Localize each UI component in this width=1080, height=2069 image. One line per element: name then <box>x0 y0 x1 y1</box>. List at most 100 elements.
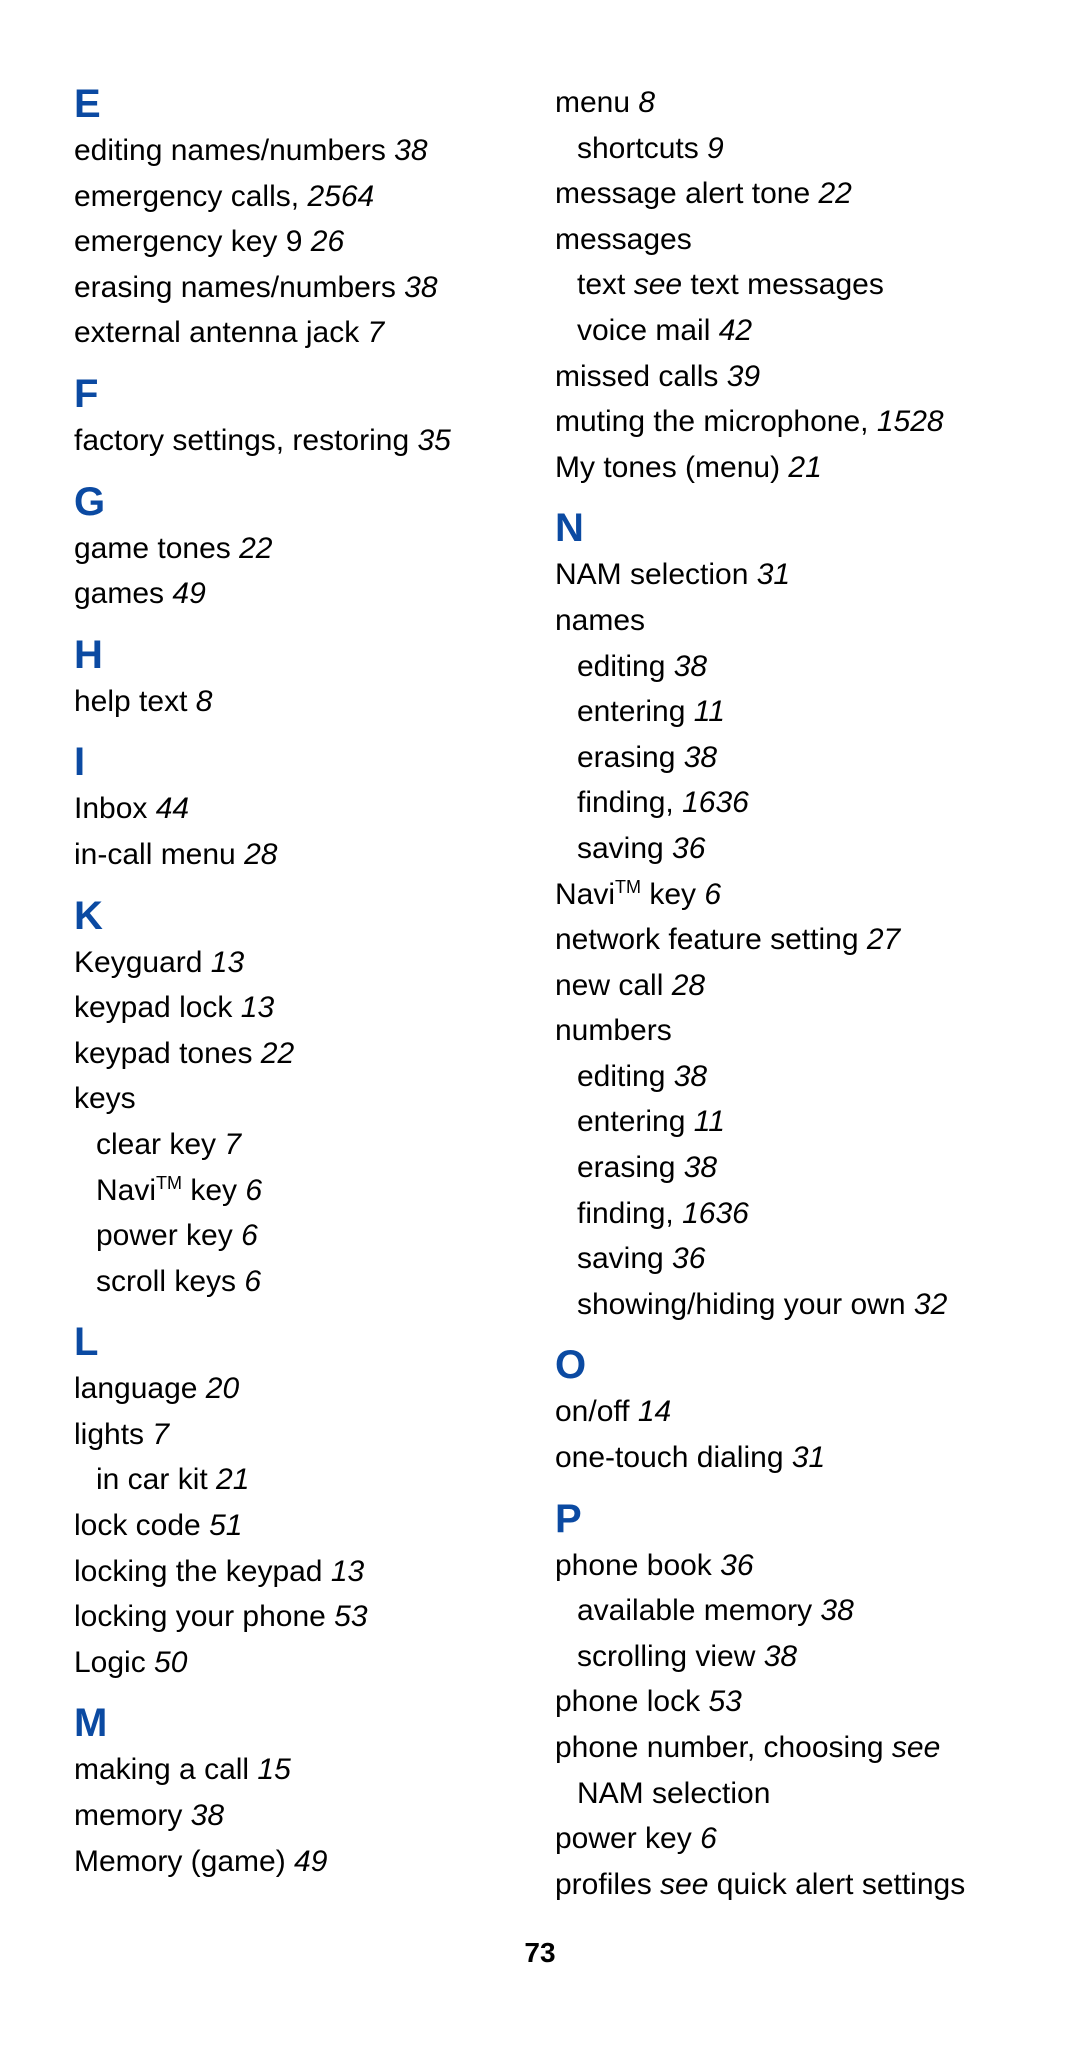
page-ref: 36 <box>715 786 748 819</box>
page-ref: 21 <box>780 451 822 484</box>
entry-text: lights <box>74 1418 144 1451</box>
entry-text: phone lock <box>555 1685 700 1718</box>
page-ref: 15 <box>877 405 910 438</box>
index-entry: emergency key 9 26 <box>74 219 525 265</box>
entry-text: keypad lock <box>74 991 232 1024</box>
entry-text: language <box>74 1372 197 1405</box>
index-entry: My tones (menu) 21 <box>555 445 1006 491</box>
index-entry: Keyguard 13 <box>74 940 525 986</box>
index-subentry: clear key 7 <box>74 1122 525 1168</box>
page-ref: 38 <box>182 1799 224 1832</box>
entry-text-after: , <box>860 405 877 438</box>
entry-text: NAM selection <box>577 1777 770 1810</box>
page-ref: 21 <box>208 1463 250 1496</box>
index-entry: Inbox 44 <box>74 786 525 832</box>
entry-text: on/off <box>555 1395 630 1428</box>
page-ref: 22 <box>231 532 273 565</box>
index-entry: keypad tones 22 <box>74 1031 525 1077</box>
index-subentry: showing/hiding your own 32 <box>555 1282 1006 1328</box>
page-ref: 7 <box>144 1418 169 1451</box>
index-entry: emergency calls, 2564 <box>74 174 525 220</box>
page-ref: 38 <box>675 1151 717 1184</box>
see-ref: see <box>660 1868 708 1901</box>
entry-text: game tones <box>74 532 231 565</box>
page-ref: 35 <box>409 424 451 457</box>
entry-text: power key <box>96 1219 233 1252</box>
index-entry: external antenna jack 7 <box>74 310 525 356</box>
entry-text: in car kit <box>96 1463 208 1496</box>
entry-text-after: quick alert settings <box>708 1868 965 1901</box>
page-ref: 53 <box>700 1685 742 1718</box>
see-ref: see <box>892 1731 940 1764</box>
entry-text: games <box>74 577 164 610</box>
index-subentry: in car kit 21 <box>74 1457 525 1503</box>
entry-text: message alert tone <box>555 177 810 210</box>
index-entry: names <box>555 598 1006 644</box>
index-entry: making a call 15 <box>74 1747 525 1793</box>
index-subentry: finding, 1636 <box>555 1191 1006 1237</box>
index-letter: E <box>74 80 525 128</box>
entry-text: menu <box>555 86 630 119</box>
index-subentry: power key 6 <box>74 1213 525 1259</box>
index-entry: lights 7 <box>74 1412 525 1458</box>
entry-text: emergency key 9 <box>74 225 302 258</box>
index-subentry: entering 11 <box>555 1099 1006 1145</box>
page-ref: 42 <box>710 314 752 347</box>
page-ref: 8 <box>187 685 212 718</box>
index-subentry: NAM selection <box>555 1771 1006 1817</box>
page-ref: 28 <box>236 838 278 871</box>
index-subentry: shortcuts 9 <box>555 126 1006 172</box>
index-entry: editing names/numbers 38 <box>74 128 525 174</box>
entry-text-after: , <box>665 786 682 819</box>
page-ref: 50 <box>146 1646 188 1679</box>
page-ref: 53 <box>326 1600 368 1633</box>
page-ref: 38 <box>665 650 707 683</box>
page-ref: 28 <box>663 969 705 1002</box>
page-ref: 31 <box>748 558 790 591</box>
page-ref: 9 <box>699 132 724 165</box>
page-ref: 64 <box>341 180 374 213</box>
entry-text: numbers <box>555 1014 672 1047</box>
page-ref: 49 <box>164 577 206 610</box>
entry-text: saving <box>577 1242 664 1275</box>
index-entry: game tones 22 <box>74 526 525 572</box>
index-entry: profiles see quick alert settings <box>555 1862 1006 1908</box>
index-entry: factory settings, restoring 35 <box>74 418 525 464</box>
index-entry: phone lock 53 <box>555 1679 1006 1725</box>
index-subentry: editing 38 <box>555 1054 1006 1100</box>
index-subentry: scrolling view 38 <box>555 1634 1006 1680</box>
entry-text: memory <box>74 1799 182 1832</box>
page-ref: 22 <box>810 177 852 210</box>
index-entry: in-call menu 28 <box>74 832 525 878</box>
index-entry: Logic 50 <box>74 1640 525 1686</box>
entry-text: finding <box>577 1197 665 1230</box>
page-ref: 36 <box>664 1242 706 1275</box>
page-ref: 13 <box>202 946 244 979</box>
index-subentry: erasing 38 <box>555 1145 1006 1191</box>
entry-text-after: text messages <box>682 268 884 301</box>
entry-text: locking the keypad <box>74 1555 323 1588</box>
entry-text: profiles <box>555 1868 660 1901</box>
page-ref: 38 <box>755 1640 797 1673</box>
page-ref: 6 <box>237 1174 262 1207</box>
entry-text: lock code <box>74 1509 201 1542</box>
index-letter: M <box>74 1699 525 1747</box>
index-entry: lock code 51 <box>74 1503 525 1549</box>
page-ref: 6 <box>233 1219 258 1252</box>
entry-text: Keyguard <box>74 946 202 979</box>
page-ref: 6 <box>236 1265 261 1298</box>
page-ref: 11 <box>685 695 724 728</box>
entry-text: erasing <box>577 741 675 774</box>
index-subentry: editing 38 <box>555 644 1006 690</box>
index-entry: keypad lock 13 <box>74 985 525 1031</box>
index-letter: I <box>74 738 525 786</box>
entry-text: names <box>555 604 645 637</box>
index-entry: menu 8 <box>555 80 1006 126</box>
entry-text: editing <box>577 1060 665 1093</box>
index-entry: locking your phone 53 <box>74 1594 525 1640</box>
index-letter: O <box>555 1341 1006 1389</box>
page-ref: 7 <box>359 316 384 349</box>
page-ref: 13 <box>323 1555 365 1588</box>
entry-text: keypad tones <box>74 1037 252 1070</box>
entry-text: clear key <box>96 1128 216 1161</box>
